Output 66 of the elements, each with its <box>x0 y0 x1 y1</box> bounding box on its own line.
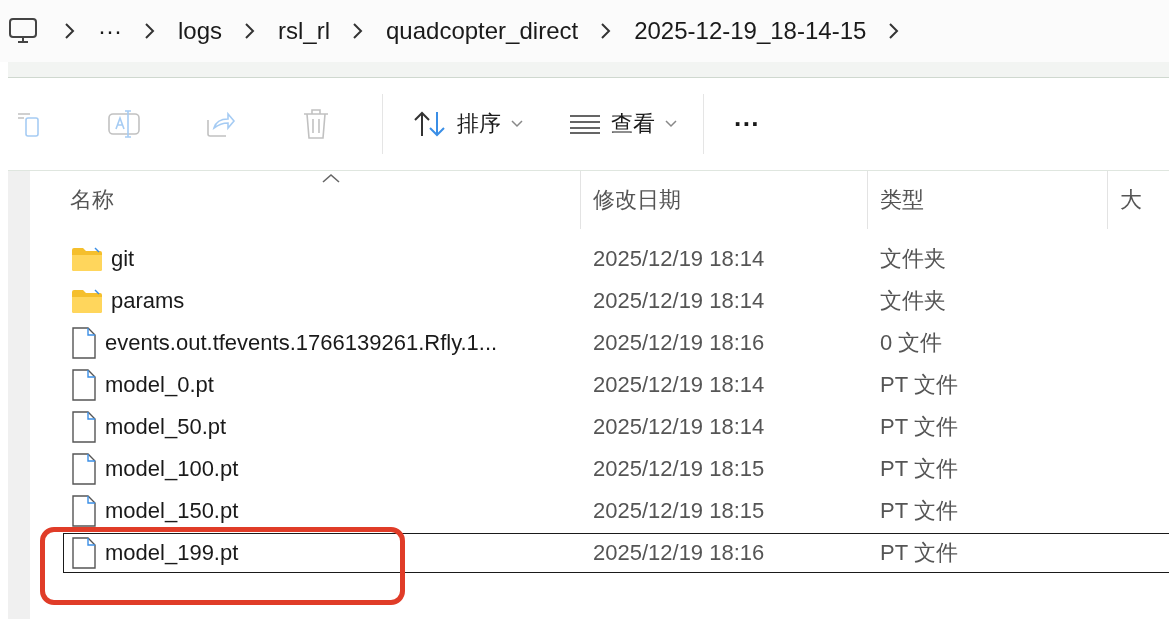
chevron-right-icon <box>64 22 76 40</box>
modified-date: 2025/12/19 18:14 <box>592 372 766 398</box>
file-icon <box>71 452 97 486</box>
file-row[interactable]: model_199.pt 2025/12/19 18:16 PT 文件 <box>63 533 1169 573</box>
breadcrumb-item[interactable]: logs <box>156 17 244 45</box>
file-icon <box>71 368 97 402</box>
file-row[interactable]: model_0.pt 2025/12/19 18:14 PT 文件 <box>63 365 1169 405</box>
modified-date: 2025/12/19 18:16 <box>592 330 766 356</box>
file-row[interactable]: events.out.tfevents.1766139261.Rfly.1... 2025/12/19 18:16 0 文件 <box>63 323 1169 363</box>
file-type: 文件夹 <box>879 245 947 273</box>
file-name: git <box>111 246 135 272</box>
caret-icon <box>511 120 523 128</box>
trash-icon <box>301 107 331 141</box>
more-button[interactable]: ··· <box>724 108 770 140</box>
file-type: PT 文件 <box>879 497 959 525</box>
modified-date: 2025/12/19 18:14 <box>592 288 766 314</box>
modified-date: 2025/12/19 18:14 <box>592 246 766 272</box>
lines-icon <box>569 114 601 134</box>
column-header[interactable]: 修改日期 <box>580 171 867 229</box>
modified-date: 2025/12/19 18:16 <box>592 540 766 566</box>
breadcrumb-item[interactable]: quadcopter_direct <box>364 17 601 45</box>
chevron-right-icon <box>144 22 156 40</box>
file-icon <box>71 410 97 444</box>
file-icon <box>71 494 97 528</box>
file-name: model_100.pt <box>105 456 239 482</box>
file-row[interactable]: git 2025/12/19 18:14 文件夹 <box>63 239 1169 279</box>
column-header[interactable]: 类型 <box>867 171 1107 229</box>
file-name: model_199.pt <box>105 540 239 566</box>
file-type: 文件夹 <box>879 287 947 315</box>
file-row[interactable]: model_150.pt 2025/12/19 18:15 PT 文件 <box>63 491 1169 531</box>
chevron-right-icon <box>352 22 364 40</box>
column-header[interactable]: 名称 <box>63 171 580 229</box>
computer-icon[interactable] <box>8 16 38 46</box>
sort-caret-icon <box>321 173 340 183</box>
folder-icon <box>71 246 103 272</box>
file-name: model_50.pt <box>105 414 227 440</box>
folder-icon <box>71 288 103 314</box>
file-name: model_150.pt <box>105 498 239 524</box>
file-row[interactable]: model_100.pt 2025/12/19 18:15 PT 文件 <box>63 449 1169 489</box>
file-name: model_0.pt <box>105 372 214 398</box>
file-type: PT 文件 <box>879 455 959 483</box>
file-icon <box>71 326 97 360</box>
file-row[interactable]: params 2025/12/19 18:14 文件夹 <box>63 281 1169 321</box>
caret-icon <box>665 120 677 128</box>
rename-icon <box>107 108 141 140</box>
sort-icon <box>413 110 447 138</box>
more-path-button[interactable]: ··· <box>76 17 144 45</box>
column-header[interactable]: 大 <box>1107 171 1169 229</box>
file-name: events.out.tfevents.1766139261.Rfly.1... <box>105 330 498 356</box>
file-type: PT 文件 <box>879 413 959 441</box>
file-type: PT 文件 <box>879 539 959 567</box>
chevron-right-icon <box>888 22 901 40</box>
chevron-right-icon <box>244 22 256 40</box>
file-row[interactable]: model_50.pt 2025/12/19 18:14 PT 文件 <box>63 407 1169 447</box>
modified-date: 2025/12/19 18:14 <box>592 414 766 440</box>
file-icon <box>71 536 97 570</box>
modified-date: 2025/12/19 18:15 <box>592 456 766 482</box>
file-type: PT 文件 <box>879 371 959 399</box>
file-type: 0 文件 <box>879 329 944 357</box>
modified-date: 2025/12/19 18:15 <box>592 498 766 524</box>
file-name: params <box>111 288 185 314</box>
view-button[interactable]: 查看 <box>559 103 687 145</box>
breadcrumb-item[interactable]: 2025-12-19_18-14-15 <box>612 17 889 45</box>
chevron-right-icon <box>600 22 613 40</box>
sort-button[interactable]: 排序 <box>403 103 533 145</box>
breadcrumb-item[interactable]: rsl_rl <box>256 17 352 45</box>
